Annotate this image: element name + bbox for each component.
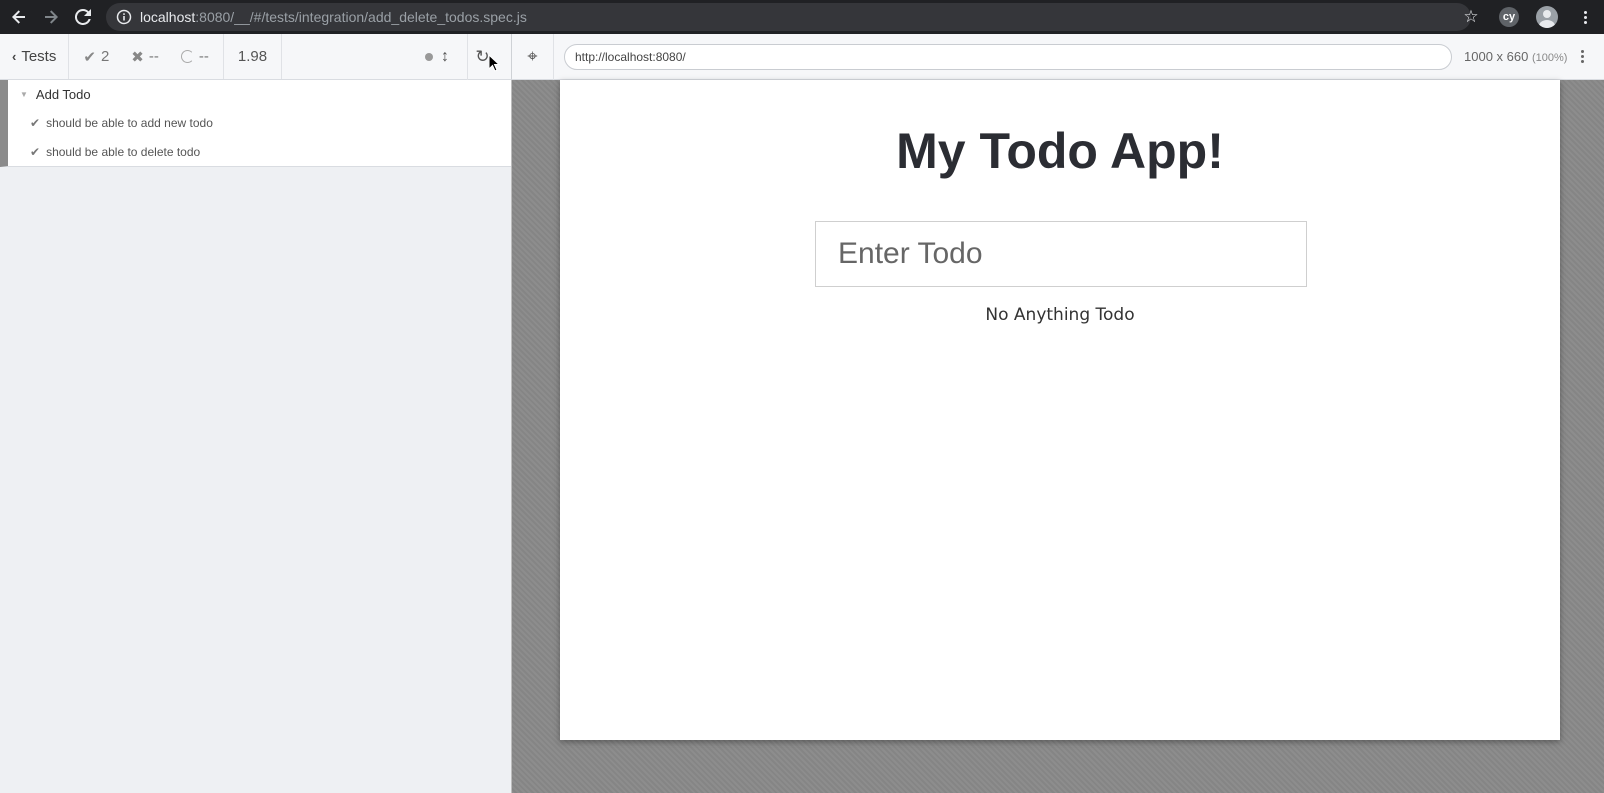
- empty-state-message: No Anything Todo: [985, 305, 1135, 325]
- reporter-header: ‹ Tests ✔ 2 ✖ -- -- 1.98 ↕ ↻: [0, 33, 511, 80]
- aut-menu-icon[interactable]: [1581, 50, 1585, 63]
- aut-header: ⌖ http://localhost:8080/ 1000 x 660 (100…: [511, 33, 1604, 80]
- aut-iframe: My Todo App! No Anything Todo: [560, 80, 1560, 740]
- forward-button[interactable]: [38, 4, 64, 30]
- address-path: :8080/__/#/tests/integration/add_delete_…: [195, 9, 527, 25]
- viewport-size: 1000 x 660: [1464, 49, 1529, 64]
- arrow-right-icon: [45, 10, 58, 24]
- suite-header[interactable]: ▼ Add Todo: [8, 80, 511, 108]
- cypress-extension-button[interactable]: cy: [1490, 0, 1528, 34]
- bookmark-button[interactable]: ☆: [1452, 0, 1490, 34]
- selector-playground-button[interactable]: ⌖: [512, 33, 554, 80]
- pending-count: --: [198, 48, 209, 65]
- passed-stat: ✔ 2: [83, 48, 109, 66]
- address-host: localhost: [140, 9, 196, 25]
- run-duration: 1.98: [224, 34, 283, 79]
- status-dot-icon: [425, 52, 433, 61]
- tests-label: Tests: [21, 48, 57, 65]
- failed-count: --: [148, 48, 159, 65]
- rerun-icon: ↻: [475, 46, 490, 66]
- browser-toolbar: localhost:8080/__/#/tests/integration/ad…: [0, 0, 1604, 34]
- mouse-cursor-icon: [489, 55, 501, 72]
- aut-url-field[interactable]: http://localhost:8080/: [564, 43, 1452, 70]
- cross-icon: ✖: [131, 48, 144, 66]
- pending-stat: --: [180, 48, 209, 65]
- star-icon: ☆: [1463, 7, 1479, 26]
- reporter-panel: ▼ Add Todo ✔ should be able to add new t…: [0, 80, 511, 793]
- reload-button[interactable]: [70, 4, 96, 30]
- test-stats: ✔ 2 ✖ -- --: [69, 34, 224, 79]
- viewport-info[interactable]: 1000 x 660 (100%): [1464, 49, 1567, 64]
- app-title: My Todo App!: [896, 123, 1224, 179]
- back-button[interactable]: [6, 4, 32, 30]
- profile-button[interactable]: [1528, 0, 1566, 34]
- browser-actions: ☆ cy: [1452, 0, 1604, 34]
- viewport-scale: (100%): [1531, 52, 1568, 64]
- check-icon: ✔: [83, 48, 96, 66]
- auto-scroll-toggle[interactable]: ↕: [441, 48, 449, 66]
- cypress-extension-icon: cy: [1499, 7, 1519, 27]
- caret-down-icon: ▼: [20, 89, 28, 99]
- crosshair-icon: ⌖: [527, 46, 538, 66]
- browser-menu-button[interactable]: [1566, 0, 1604, 34]
- refresh-icon: [75, 9, 91, 25]
- test-suite: ▼ Add Todo ✔ should be able to add new t…: [0, 80, 511, 167]
- suite-title: Add Todo: [35, 86, 91, 102]
- aut-viewport-container: My Todo App! No Anything Todo: [511, 80, 1604, 793]
- avatar-icon: [1536, 6, 1558, 28]
- arrow-left-icon: [12, 10, 25, 24]
- test-row[interactable]: ✔ should be able to add new todo: [8, 108, 511, 137]
- pending-circle-icon: [180, 50, 194, 63]
- check-icon: ✔: [30, 115, 41, 130]
- check-icon: ✔: [30, 144, 41, 159]
- kebab-menu-icon: [1583, 10, 1587, 24]
- todo-input[interactable]: [815, 221, 1307, 287]
- info-icon[interactable]: [116, 9, 132, 25]
- address-text: localhost:8080/__/#/tests/integration/ad…: [140, 9, 527, 25]
- passed-count: 2: [100, 48, 110, 65]
- address-bar[interactable]: localhost:8080/__/#/tests/integration/ad…: [106, 3, 1471, 31]
- test-row[interactable]: ✔ should be able to delete todo: [8, 137, 511, 166]
- tests-back-button[interactable]: ‹ Tests: [0, 34, 70, 79]
- test-label: should be able to add new todo: [46, 115, 213, 130]
- test-label: should be able to delete todo: [46, 144, 201, 159]
- failed-stat: ✖ --: [131, 48, 159, 66]
- chevron-left-icon: ‹: [12, 49, 17, 64]
